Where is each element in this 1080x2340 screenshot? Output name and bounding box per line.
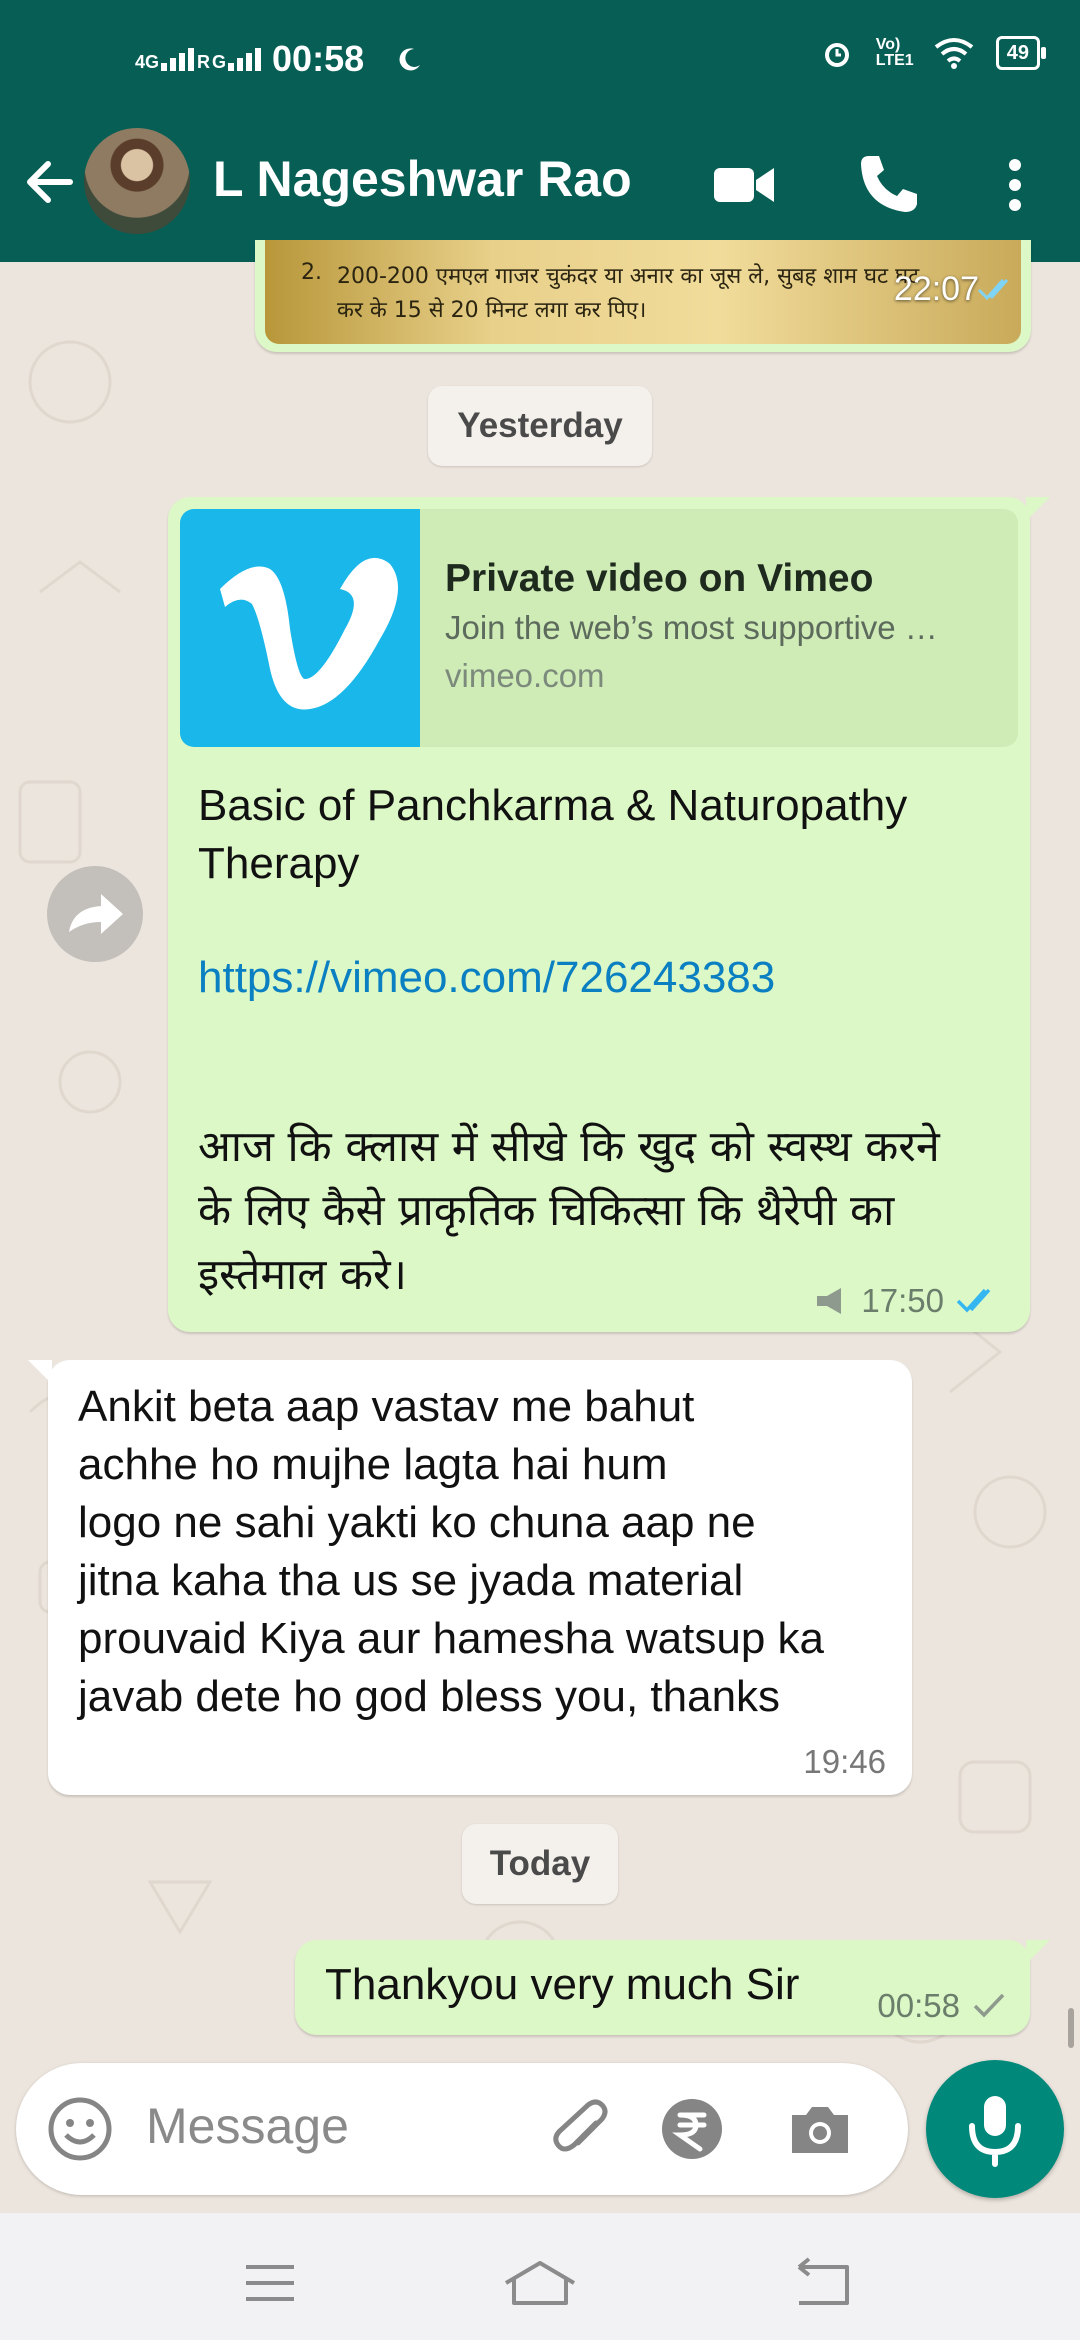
forward-icon [69,894,123,934]
wifi-icon [934,38,973,69]
link-message-time: 17:50 [861,1282,944,1319]
network2-label: G [212,52,227,72]
link-message-bubble[interactable]: Private video on Vimeo Join the web’s mo… [168,497,1050,1332]
message-link-url[interactable]: https://vimeo.com/726243383 [198,949,775,1007]
status-left: 4G R G 00:58 [135,38,424,80]
incoming-message-time: 19:46 [803,1743,886,1780]
previous-line-1: 200-200 एमएल गाजर चुकंदर या अनार का जूस … [337,264,920,289]
link-message-meta: 17:50 [813,1282,1002,1320]
link-preview-card[interactable]: Private video on Vimeo Join the web’s mo… [180,509,1018,747]
attach-icon[interactable] [546,2093,618,2165]
forward-button[interactable] [47,866,143,962]
signal-bars-icon [161,48,195,71]
mic-button[interactable] [926,2060,1064,2198]
previous-line-number: 2. [301,260,322,285]
previous-message-time: 22:07 [893,270,979,308]
link-preview-domain: vimeo.com [445,657,605,694]
back-icon[interactable] [785,2253,865,2313]
outgoing-message-text: Thankyou very much Sir [325,1960,800,2009]
previous-line-2: कर के 15 से 20 मिनट लगा कर पिए। [337,298,647,323]
vimeo-v-icon [220,557,398,710]
camera-icon[interactable] [784,2093,856,2165]
app-bar: 4G R G 00:58 Vo) LTE1 49 L Nageshwar Rao [0,0,1080,262]
message-input-bar: Message [16,2063,908,2195]
incoming-line-6: javab dete ho god bless you, thanks [78,1672,781,1721]
incoming-line-3: logo ne sahi yakti ko chuna aap ne [78,1498,756,1547]
chat-background: 2. 200-200 एमएल गाजर चुकंदर या अनार का ज… [0,240,1080,2212]
network-signal-icon: 4G R G [135,47,262,71]
outgoing-message-time: 00:58 [877,1987,960,2024]
network-label: 4G [135,52,160,72]
broadcast-icon [817,1288,842,1314]
message-text-line-2: Therapy [198,839,360,888]
message-input[interactable]: Message [146,2097,349,2155]
status-bar: 4G R G 00:58 Vo) LTE1 49 [0,0,1080,120]
contact-name[interactable]: L Nageshwar Rao [213,150,632,208]
incoming-message-bubble[interactable]: Ankit beta aap vastav me bahut achhe ho … [28,1360,912,1795]
battery-indicator: 49 [995,36,1047,70]
emoji-icon[interactable] [44,2093,116,2165]
signal-bars-2-icon [228,48,262,71]
outgoing-message-bubble[interactable]: Thankyou very much Sir 00:58 [295,1940,1050,2035]
previous-message-image: 2. 200-200 एमएल गाजर चुकंदर या अनार का ज… [265,240,1021,344]
status-right: Vo) LTE1 49 [820,36,1047,70]
link-preview-description: Join the web’s most supportive … [445,609,938,646]
outgoing-message-meta: 00:58 [877,1987,1006,2025]
volte-label: Vo) LTE1 [875,36,914,69]
menu-icon[interactable] [230,2253,310,2313]
date-separator-today: Today [462,1824,618,1904]
incoming-line-2: achhe ho mujhe lagta hai hum [78,1440,668,1489]
back-arrow-icon[interactable] [18,150,82,214]
hindi-line-3: इस्तेमाल करे। [198,1250,407,1300]
clock: 00:58 [272,38,365,79]
roaming-label: R [197,52,211,72]
incoming-line-4: jitna kaha tha us se jyada material [78,1556,744,1605]
incoming-line-1: Ankit beta aap vastav me bahut [78,1382,695,1431]
alarm-icon [824,43,849,67]
read-receipt-icon [977,279,1009,301]
payment-icon[interactable] [656,2093,728,2165]
read-receipt-icon [956,1288,991,1313]
voice-call-icon[interactable] [853,150,923,220]
vimeo-logo [180,509,420,747]
mic-icon [969,2096,1021,2167]
hindi-line-1: आज कि क्लास में सीखे कि खुद को स्वस्थ कर… [198,1122,940,1172]
moon-icon [399,48,421,71]
more-vert-icon[interactable] [1000,150,1030,220]
date-separator-yesterday: Yesterday [428,386,652,466]
avatar[interactable] [84,128,190,234]
incoming-line-5: prouvaid Kiya aur hamesha watsup ka [78,1614,824,1663]
home-icon[interactable] [500,2253,580,2313]
link-preview-title: Private video on Vimeo [445,557,874,600]
sent-tick-icon [973,1993,1005,2018]
previous-message-bubble[interactable]: 2. 200-200 एमएल गाजर चुकंदर या अनार का ज… [255,240,1031,352]
message-text-line-1: Basic of Panchkarma & Naturopathy [198,781,908,830]
hindi-line-2: के लिए कैसे प्राकृतिक चिकित्सा कि थैरेपी… [198,1186,895,1236]
video-call-icon[interactable] [710,150,780,220]
scroll-indicator[interactable] [1068,2008,1074,2048]
system-nav-bar [0,2213,1080,2340]
